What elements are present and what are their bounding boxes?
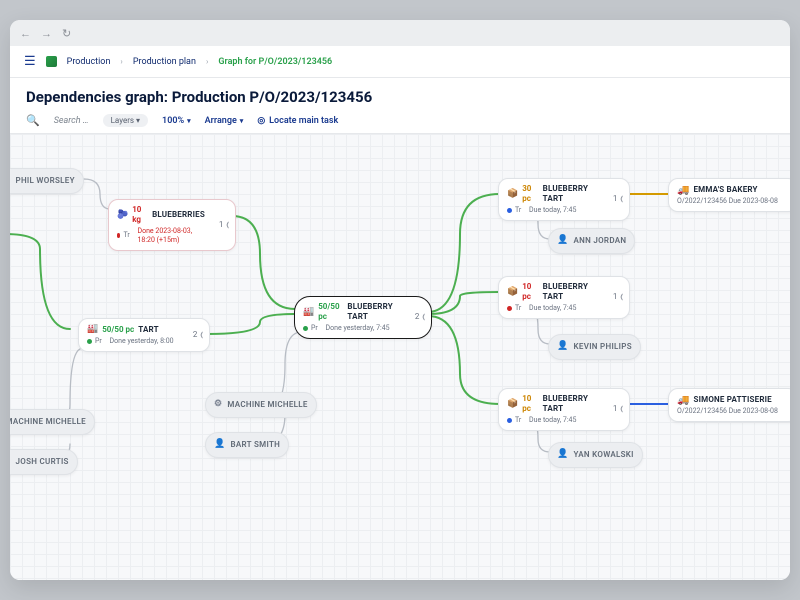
task-blueberries[interactable]: 🫐10 kgBLUEBERRIES Tr Done 2023-08-03, 18… xyxy=(108,199,236,251)
person-kevin[interactable]: 👤KEVIN PHILIPS xyxy=(548,334,641,360)
person-ann[interactable]: 👤ANN JORDAN xyxy=(548,228,635,254)
logo-icon[interactable] xyxy=(46,56,57,67)
task-bt-2[interactable]: 📦10 pcBLUEBERRY TART Tr Due today, 7:45 … xyxy=(498,276,630,319)
page-header: Dependencies graph: Production P/O/2023/… xyxy=(10,78,790,134)
truck-icon: 🚚 xyxy=(677,184,689,197)
graph-toolbar: 🔍 Search … Layers ▾ 100%▾ Arrange▾ ◎Loca… xyxy=(26,114,774,127)
task-bt-1[interactable]: 📦30 pcBLUEBERRY TART Tr Due today, 7:45 … xyxy=(498,178,630,221)
crumb-plan[interactable]: Production plan xyxy=(133,57,196,67)
app-window: ← → ↻ ☰ Production › Production plan › G… xyxy=(10,20,790,580)
back-icon[interactable]: ← xyxy=(20,27,31,40)
page-title: Dependencies graph: Production P/O/2023/… xyxy=(26,88,774,106)
expand-icon[interactable]: ⦅ xyxy=(620,404,623,414)
berry-icon: 🫐 xyxy=(117,210,128,222)
box-icon: 📦 xyxy=(507,399,518,411)
person-icon: 👤 xyxy=(214,439,226,451)
box-icon: 📦 xyxy=(507,189,518,201)
person-phil[interactable]: 👤PHIL WORSLEY xyxy=(10,168,84,194)
person-icon: 👤 xyxy=(10,456,11,468)
task-main-blueberry-tart[interactable]: 🏭50/50 pcBLUEBERRY TART Pr Done yesterda… xyxy=(294,296,432,339)
expand-icon[interactable]: ⦅ xyxy=(226,220,229,230)
reload-icon[interactable]: ↻ xyxy=(62,27,71,40)
locate-button[interactable]: ◎Locate main task xyxy=(257,116,338,126)
forward-icon[interactable]: → xyxy=(41,27,52,40)
chevron-right-icon: › xyxy=(120,57,122,66)
breadcrumb: ☰ Production › Production plan › Graph f… xyxy=(10,46,790,78)
person-michelle[interactable]: 👤MACHINE MICHELLE xyxy=(10,409,95,435)
expand-icon[interactable]: ⦅ xyxy=(200,330,203,340)
expand-icon[interactable]: ⦅ xyxy=(422,312,425,322)
truck-icon: 🚚 xyxy=(677,394,689,407)
person-icon: 👤 xyxy=(557,341,569,353)
factory-icon: 🏭 xyxy=(87,324,98,336)
person-icon: 👤 xyxy=(557,449,569,461)
search-icon[interactable]: 🔍 xyxy=(26,114,40,127)
layers-dropdown[interactable]: Layers ▾ xyxy=(103,114,148,127)
person-josh[interactable]: 👤JOSH CURTIS xyxy=(10,449,78,475)
gear-icon: ⚙ xyxy=(214,399,222,411)
browser-toolbar: ← → ↻ xyxy=(10,20,790,46)
target-icon: ◎ xyxy=(257,116,265,126)
person-bart[interactable]: 👤BART SMITH xyxy=(205,432,289,458)
chevron-right-icon: › xyxy=(206,57,208,66)
task-tart[interactable]: 🏭50/50 pcTART Pr Done yesterday, 8:00 2⦅ xyxy=(78,318,210,352)
expand-icon[interactable]: ⦅ xyxy=(620,292,623,302)
arrange-dropdown[interactable]: Arrange▾ xyxy=(205,116,244,126)
person-machine-michelle[interactable]: ⚙MACHINE MICHELLE xyxy=(205,392,317,418)
search-input[interactable]: Search … xyxy=(54,116,89,126)
zoom-dropdown[interactable]: 100%▾ xyxy=(162,116,191,126)
task-bt-3[interactable]: 📦10 pcBLUEBERRY TART Tr Due today, 7:45 … xyxy=(498,388,630,431)
person-icon: 👤 xyxy=(557,235,569,247)
person-icon: 👤 xyxy=(10,175,11,187)
person-yan[interactable]: 👤YAN KOWALSKI xyxy=(548,442,643,468)
crumb-production[interactable]: Production xyxy=(67,57,111,67)
dest-emma[interactable]: 🚚EMMA'S BAKERY O/2022/123456 Due 2023-08… xyxy=(668,178,790,212)
menu-icon[interactable]: ☰ xyxy=(24,54,36,69)
factory-icon: 🏭 xyxy=(303,307,314,319)
box-icon: 📦 xyxy=(507,287,518,299)
expand-icon[interactable]: ⦅ xyxy=(620,194,623,204)
crumb-current[interactable]: Graph for P/O/2023/123456 xyxy=(218,57,332,67)
dest-simone[interactable]: 🚚SIMONE PATTISERIE O/2022/123456 Due 202… xyxy=(668,388,790,422)
graph-canvas[interactable]: 👤PHIL WORSLEY 👤MACHINE MICHELLE 👤JOSH CU… xyxy=(10,134,790,580)
